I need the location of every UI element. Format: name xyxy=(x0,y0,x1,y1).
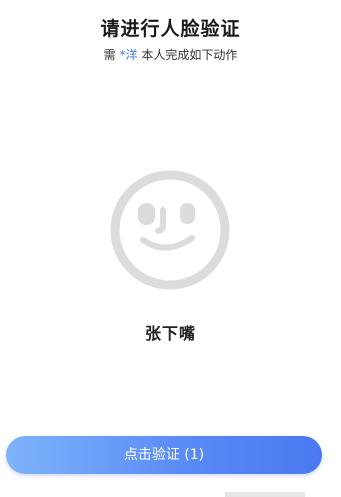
verify-button[interactable]: 点击验证 (1) xyxy=(6,436,322,474)
right-eye xyxy=(180,203,195,224)
subtitle: 需 *洋 本人完成如下动作 xyxy=(0,46,341,63)
subtitle-masked-name: *洋 xyxy=(119,48,138,62)
bottom-edge-strip xyxy=(225,492,305,497)
left-eye xyxy=(138,203,155,225)
mouth xyxy=(140,235,195,251)
nose xyxy=(155,207,166,234)
page-title: 请进行人脸验证 xyxy=(100,18,241,40)
face-circle xyxy=(110,170,230,290)
face-outline-icon xyxy=(100,170,240,290)
action-instruction: 张下嘴 xyxy=(144,324,196,343)
subtitle-suffix: 本人完成如下动作 xyxy=(141,48,238,62)
subtitle-prefix: 需 xyxy=(103,48,116,62)
face-svg xyxy=(110,170,230,290)
